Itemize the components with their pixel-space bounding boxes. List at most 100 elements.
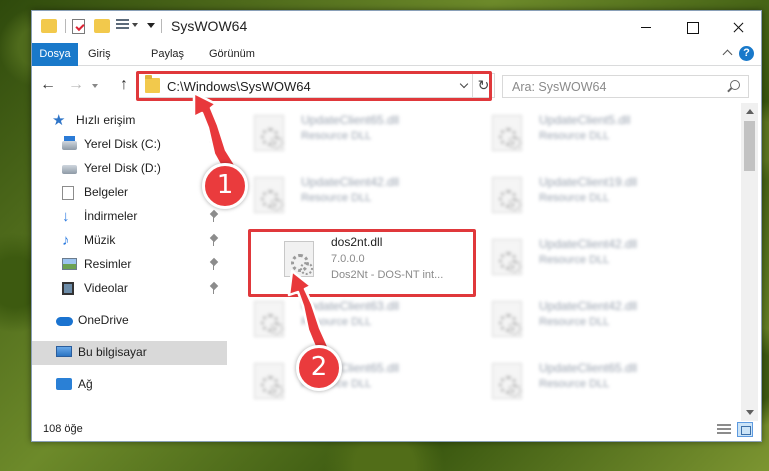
sidebar-item-label: Belgeler	[84, 185, 129, 199]
pin-icon[interactable]	[210, 139, 218, 150]
properties-icon[interactable]	[72, 19, 85, 34]
file-tile[interactable]: UpdateClient65.dll Resource DLL	[482, 351, 707, 409]
file-name: UpdateClient42.dll	[539, 237, 638, 251]
help-icon[interactable]: ?	[739, 46, 754, 61]
star-icon: ★	[52, 112, 66, 129]
view-options-icon[interactable]	[116, 19, 129, 33]
drive-icon	[62, 136, 77, 150]
file-description: Resource DLL	[301, 130, 372, 142]
dll-file-icon	[254, 363, 284, 399]
network-icon	[56, 378, 72, 390]
pin-icon[interactable]	[210, 211, 218, 222]
file-description: Resource DLL	[539, 254, 610, 266]
videos-icon	[62, 282, 74, 295]
pin-icon[interactable]	[210, 235, 218, 246]
sidebar-item-label: Yerel Disk (C:)	[84, 137, 161, 151]
tab-share[interactable]: Paylaş	[151, 43, 184, 66]
music-icon: ♪	[62, 232, 70, 249]
sidebar-item-label: Videolar	[84, 281, 128, 295]
customize-toolbar-icon[interactable]	[147, 23, 155, 28]
file-description: Resource DLL	[539, 378, 610, 390]
details-view-icon[interactable]	[717, 424, 731, 436]
file-tile[interactable]: UpdateClient42.dll Resource DLL	[482, 227, 707, 285]
documents-icon	[62, 186, 74, 200]
file-tile[interactable]: UpdateClient63.dll Resource DLL	[244, 289, 469, 347]
file-tile[interactable]: UpdateClient42.dll Resource DLL	[244, 165, 469, 223]
drive-icon	[62, 165, 77, 174]
title-bar: SysWOW64	[32, 11, 761, 43]
file-name: UpdateClient19.dll	[539, 175, 638, 189]
new-folder-icon[interactable]	[94, 19, 110, 33]
file-tile[interactable]: UpdateClient42.dll Resource DLL	[482, 289, 707, 347]
file-name: UpdateClient42.dll	[301, 175, 400, 189]
sidebar-item-onedrive[interactable]: OneDrive	[32, 309, 227, 333]
sidebar-item-quick-access[interactable]: ★ Hızlı erişim	[32, 109, 227, 133]
sidebar-item-label: İndirmeler	[84, 209, 138, 223]
up-arrow-icon[interactable]: ↑	[114, 76, 134, 96]
this-pc-icon	[56, 346, 72, 357]
minimize-button[interactable]	[623, 11, 669, 43]
file-description: Resource DLL	[539, 316, 610, 328]
file-tile[interactable]: UpdateClient19.dll Resource DLL	[482, 165, 707, 223]
dll-file-icon	[492, 115, 522, 151]
back-arrow-icon[interactable]: ←	[38, 76, 58, 96]
recent-locations-icon[interactable]	[92, 84, 98, 88]
maximize-button[interactable]	[669, 11, 715, 43]
file-description: Resource DLL	[539, 192, 610, 204]
dll-file-icon	[254, 115, 284, 151]
sidebar-item-label: Bu bilgisayar	[78, 345, 147, 359]
tab-view[interactable]: Görünüm	[209, 43, 255, 66]
sidebar-item-downloads[interactable]: ↓ İndirmeler	[32, 205, 227, 229]
tab-home[interactable]: Giriş	[88, 43, 111, 66]
sidebar-item-label: Müzik	[84, 233, 116, 247]
sidebar-item-pictures[interactable]: Resimler	[32, 253, 227, 277]
downloads-icon: ↓	[62, 208, 70, 225]
sidebar-item-label: Ağ	[78, 377, 93, 391]
file-name: UpdateClient65.dll	[539, 361, 638, 375]
forward-arrow-icon[interactable]: →	[66, 76, 86, 96]
ribbon-tabs: Dosya Giriş Paylaş Görünüm ?	[32, 43, 761, 66]
file-description: Resource DLL	[301, 192, 372, 204]
window-title: SysWOW64	[171, 18, 248, 34]
dll-file-icon	[492, 239, 522, 275]
toolbar-separator	[161, 19, 162, 33]
search-input[interactable]: Ara: SysWOW64	[502, 75, 749, 98]
file-highlight	[248, 229, 476, 297]
scroll-up-icon[interactable]	[746, 109, 754, 114]
scroll-thumb[interactable]	[744, 121, 755, 171]
file-name: UpdateClient42.dll	[539, 299, 638, 313]
sidebar-item-music[interactable]: ♪ Müzik	[32, 229, 227, 253]
expand-ribbon-icon[interactable]	[722, 49, 733, 60]
large-icons-view-icon[interactable]	[737, 422, 753, 437]
dll-file-icon	[492, 363, 522, 399]
file-description: Resource DLL	[539, 130, 610, 142]
navigation-pane: ★ Hızlı erişim Yerel Disk (C:) Yerel Dis…	[32, 103, 227, 415]
sidebar-item-local-disk-d[interactable]: Yerel Disk (D:)	[32, 157, 227, 181]
scroll-down-icon[interactable]	[746, 410, 754, 415]
pin-icon[interactable]	[210, 283, 218, 294]
file-name: UpdateClient65.dll	[301, 113, 400, 127]
vertical-scrollbar[interactable]	[741, 103, 758, 421]
file-name: UpdateClient5.dll	[539, 113, 631, 127]
sidebar-item-documents[interactable]: Belgeler	[32, 181, 227, 205]
sidebar-item-videos[interactable]: Videolar	[32, 277, 227, 301]
file-explorer-window: SysWOW64 Dosya Giriş Paylaş Görünüm ? ← …	[31, 10, 762, 442]
item-count: 108 öğe	[43, 423, 83, 435]
dll-file-icon	[254, 301, 284, 337]
dll-file-icon	[492, 177, 522, 213]
file-description: Resource DLL	[301, 316, 372, 328]
tab-file[interactable]: Dosya	[32, 43, 78, 66]
sidebar-item-label: Resimler	[84, 257, 132, 271]
sidebar-item-network[interactable]: Ağ	[32, 373, 227, 397]
file-tile[interactable]: UpdateClient5.dll Resource DLL	[482, 103, 707, 161]
file-tile[interactable]: UpdateClient65.dll Resource DLL	[244, 351, 469, 409]
sidebar-item-this-pc[interactable]: Bu bilgisayar	[32, 341, 227, 365]
pin-icon[interactable]	[210, 259, 218, 270]
view-options-dropdown-icon[interactable]	[132, 23, 138, 27]
file-tile[interactable]: UpdateClient65.dll Resource DLL	[244, 103, 469, 161]
navigation-bar: ← → ↑ C:\Windows\SysWOW64 ↻ Ara: SysWOW6…	[32, 67, 761, 103]
close-button[interactable]	[715, 11, 761, 43]
sidebar-item-local-disk-c[interactable]: Yerel Disk (C:)	[32, 133, 227, 157]
file-name: UpdateClient63.dll	[301, 299, 400, 313]
folder-icon	[41, 19, 57, 33]
